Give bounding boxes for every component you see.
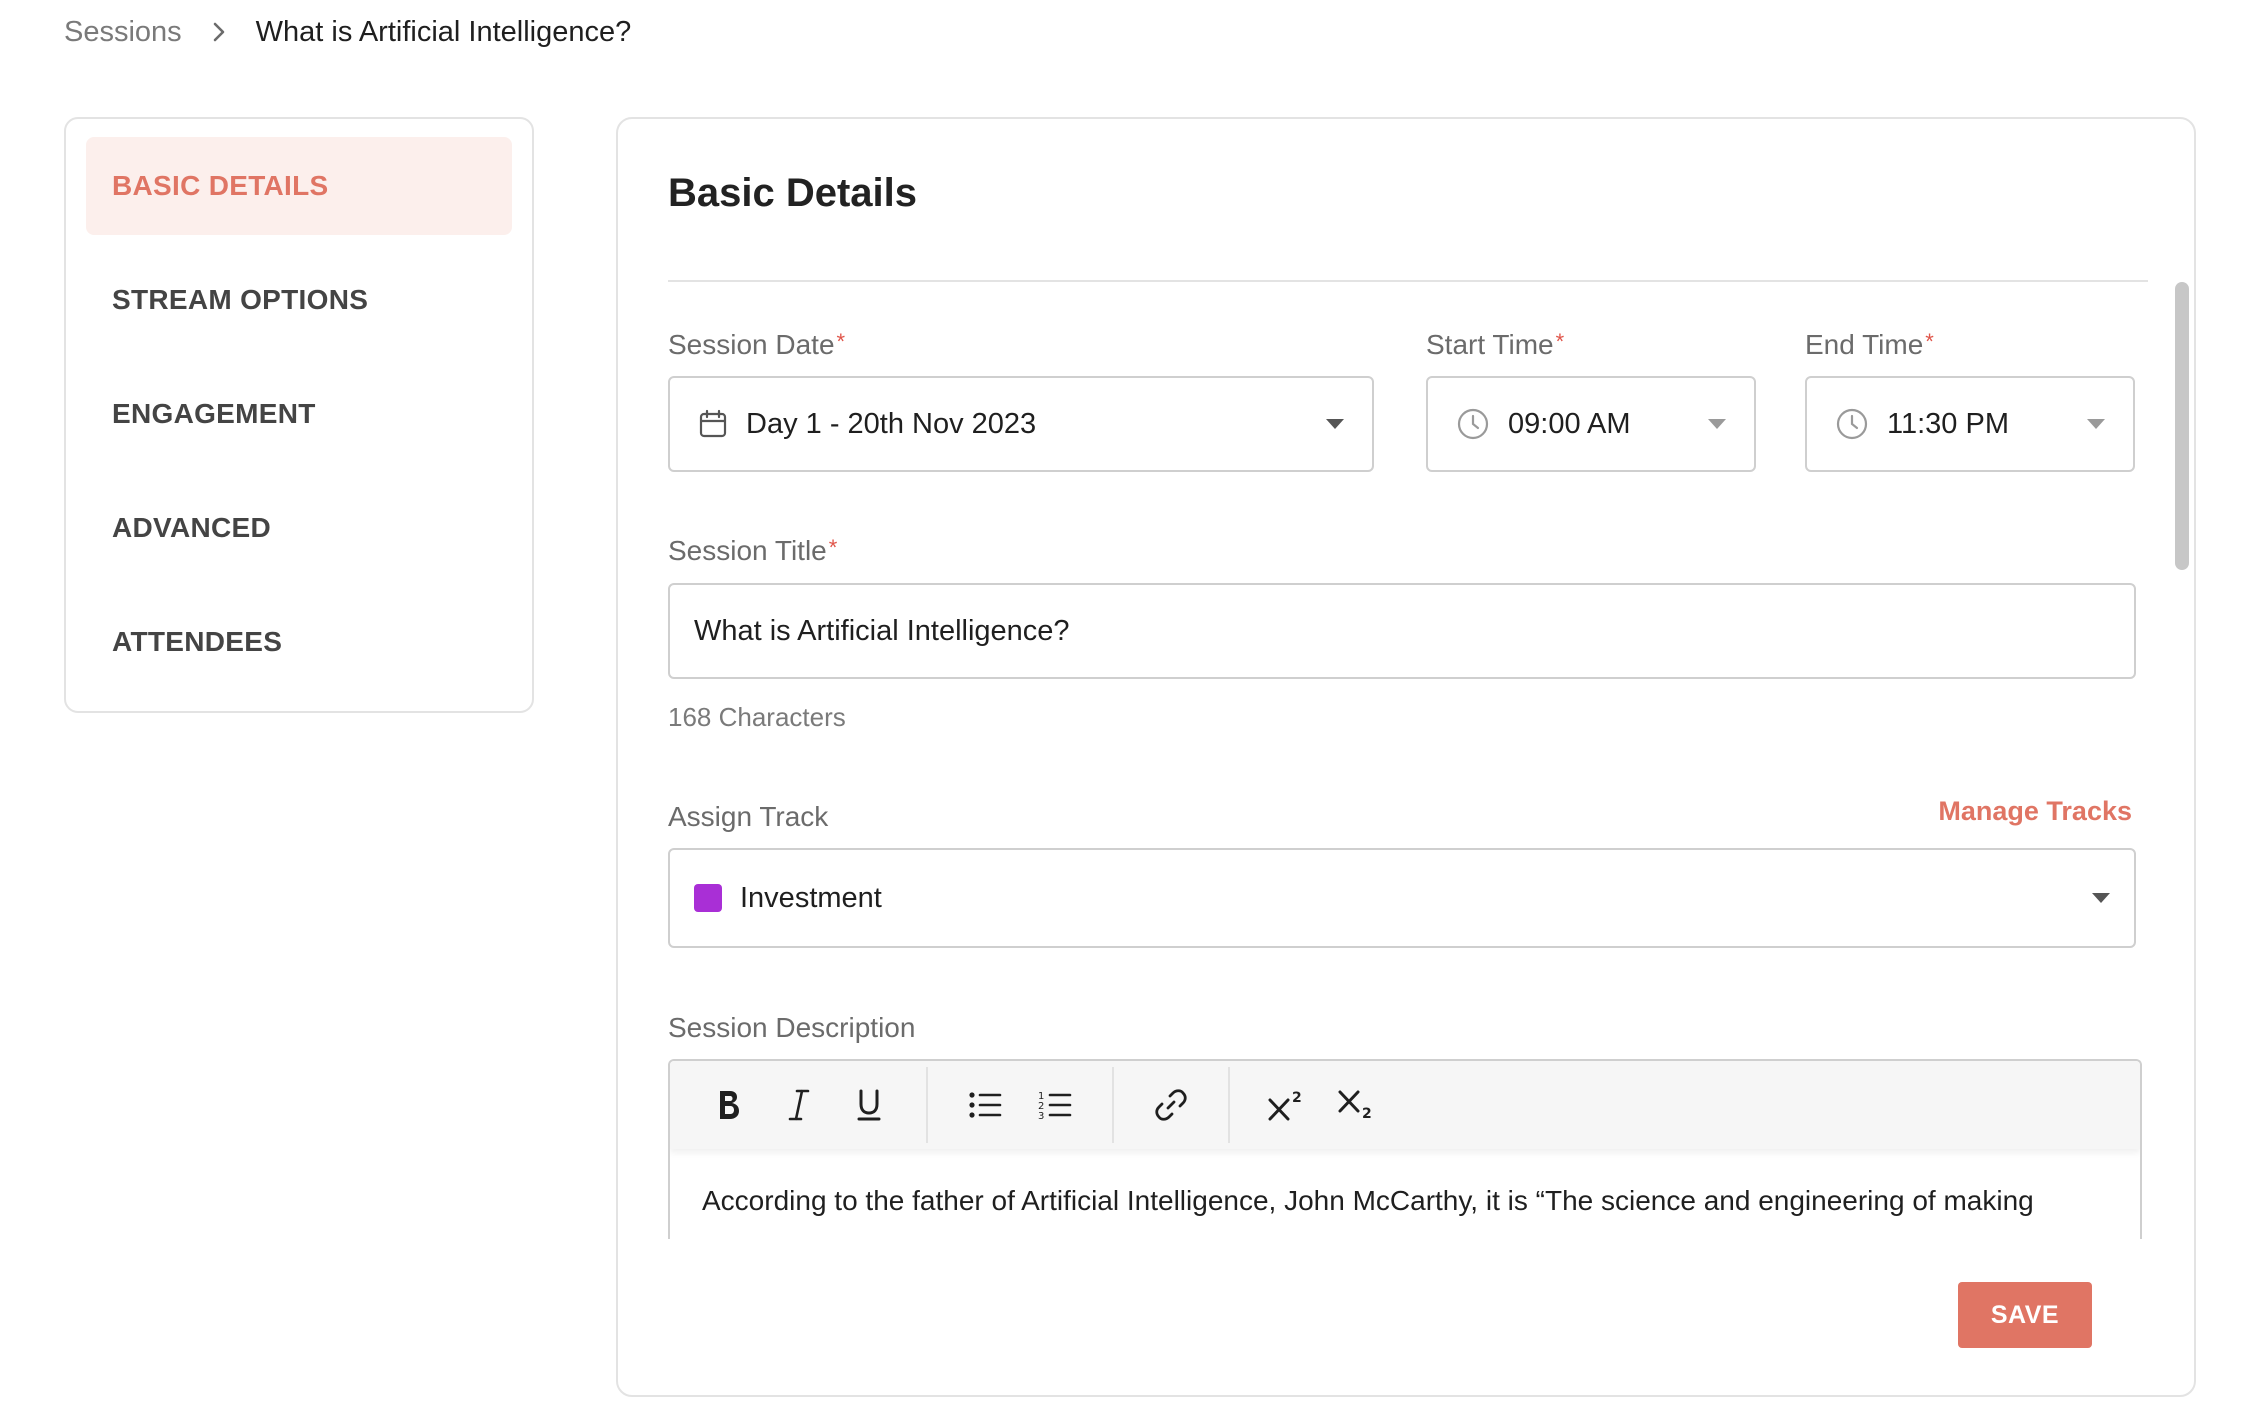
- bullet-list-icon[interactable]: [950, 1075, 1020, 1135]
- editor-toolbar: 123 2 2: [670, 1061, 2140, 1149]
- scrollbar-thumb[interactable]: [2175, 282, 2189, 570]
- section-nav: BASIC DETAILS STREAM OPTIONS ENGAGEMENT …: [64, 117, 534, 713]
- caret-down-icon: [1326, 419, 1344, 429]
- assign-track-label: Assign Track: [668, 801, 829, 832]
- required-mark: *: [828, 535, 838, 560]
- breadcrumb: Sessions What is Artificial Intelligence…: [64, 10, 631, 54]
- scrollbar[interactable]: [2168, 282, 2194, 1282]
- numbered-list-icon[interactable]: 123: [1020, 1075, 1090, 1135]
- end-time-label-text: End Time: [1805, 329, 1924, 360]
- required-mark: *: [1925, 329, 1934, 354]
- italic-icon[interactable]: [764, 1075, 834, 1135]
- editor-content[interactable]: According to the father of Artificial In…: [670, 1149, 2140, 1217]
- start-time-value: 09:00 AM: [1508, 407, 1631, 440]
- bold-icon[interactable]: [694, 1075, 764, 1135]
- caret-down-icon: [1708, 419, 1726, 429]
- end-time-value: 11:30 PM: [1887, 407, 2009, 440]
- session-date-select[interactable]: Day 1 - 20th Nov 2023: [668, 376, 1374, 472]
- divider: [668, 280, 2148, 282]
- svg-text:2: 2: [1362, 1106, 1372, 1122]
- session-date-value: Day 1 - 20th Nov 2023: [746, 407, 1037, 440]
- link-icon[interactable]: [1136, 1075, 1206, 1135]
- breadcrumb-current: What is Artificial Intelligence?: [255, 15, 632, 48]
- session-title-value: What is Artificial Intelligence?: [694, 614, 1070, 647]
- character-count: 168 Characters: [668, 702, 846, 732]
- save-button[interactable]: SAVE: [1958, 1282, 2092, 1348]
- session-title-input[interactable]: What is Artificial Intelligence?: [668, 583, 2136, 679]
- page: Sessions What is Artificial Intelligence…: [0, 0, 2268, 1418]
- clock-icon: [1456, 407, 1490, 441]
- end-time-label: End Time*: [1805, 329, 1934, 361]
- card-title: Basic Details: [668, 171, 918, 215]
- session-description-label: Session Description: [668, 1012, 916, 1043]
- toolbar-separator: [1228, 1067, 1230, 1143]
- superscript-icon[interactable]: 2: [1252, 1075, 1322, 1135]
- subscript-icon[interactable]: 2: [1322, 1075, 1392, 1135]
- nav-item-engagement[interactable]: ENGAGEMENT: [86, 365, 512, 463]
- toolbar-separator: [1112, 1067, 1114, 1143]
- end-time-select[interactable]: 11:30 PM: [1805, 376, 2135, 472]
- required-mark: *: [1555, 329, 1565, 354]
- nav-item-advanced[interactable]: ADVANCED: [86, 479, 512, 577]
- manage-tracks-link[interactable]: Manage Tracks: [1938, 796, 2132, 827]
- caret-down-icon: [2092, 893, 2110, 903]
- caret-down-icon: [2087, 419, 2105, 429]
- chevron-right-icon: [212, 21, 226, 43]
- assign-track-select[interactable]: Investment: [668, 848, 2136, 948]
- svg-text:3: 3: [1038, 1111, 1044, 1121]
- clock-icon: [1835, 407, 1869, 441]
- required-mark: *: [836, 329, 846, 354]
- start-time-label: Start Time*: [1426, 329, 1564, 361]
- svg-text:2: 2: [1292, 1090, 1302, 1106]
- session-title-label: Session Title*: [668, 535, 837, 567]
- track-color-swatch: [694, 884, 722, 912]
- nav-item-basic-details[interactable]: BASIC DETAILS: [86, 137, 512, 235]
- toolbar-separator: [926, 1067, 928, 1143]
- nav-item-attendees[interactable]: ATTENDEES: [86, 593, 512, 691]
- session-date-label: Session Date*: [668, 329, 845, 361]
- rich-text-editor[interactable]: 123 2 2 According to the father of Artif…: [668, 1059, 2142, 1239]
- session-date-label-text: Session Date: [668, 329, 835, 360]
- basic-details-card: Basic Details Session Date* Day 1 - 20th…: [616, 117, 2196, 1397]
- breadcrumb-sessions-link[interactable]: Sessions: [64, 16, 182, 49]
- session-title-label-text: Session Title: [668, 535, 827, 566]
- nav-item-stream-options[interactable]: STREAM OPTIONS: [86, 251, 512, 349]
- start-time-label-text: Start Time: [1426, 329, 1554, 360]
- calendar-icon: [698, 409, 728, 439]
- underline-icon[interactable]: [834, 1075, 904, 1135]
- assign-track-value: Investment: [740, 881, 882, 914]
- start-time-select[interactable]: 09:00 AM: [1426, 376, 1756, 472]
